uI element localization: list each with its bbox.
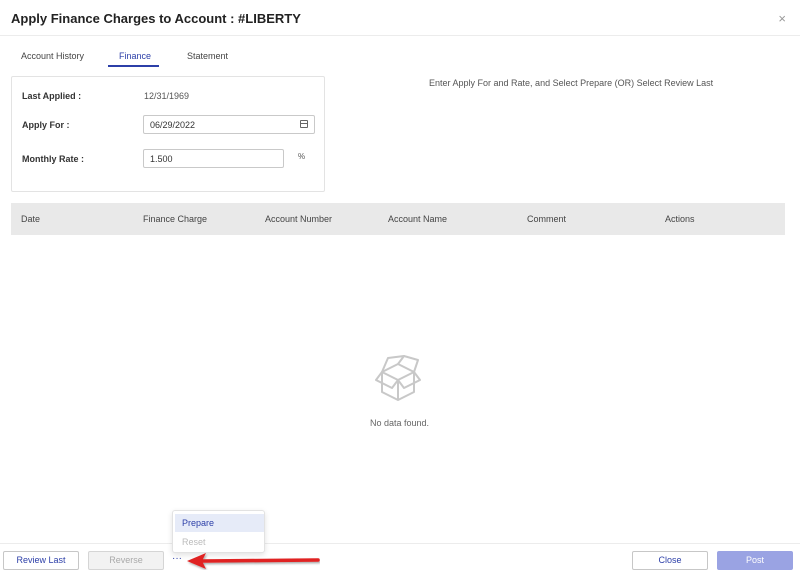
last-applied-value: 12/31/1969 [144, 91, 190, 101]
dialog-title: Apply Finance Charges to Account : #LIBE… [11, 11, 301, 26]
table-header: Date Finance Charge Account Number Accou… [11, 203, 785, 235]
close-icon[interactable]: × [778, 11, 786, 26]
apply-for-date-value: 06/29/2022 [150, 120, 196, 130]
tab-account-history[interactable]: Account History [21, 51, 84, 61]
apply-for-label: Apply For : [22, 120, 70, 130]
close-button[interactable]: Close [632, 551, 708, 570]
percent-unit: % [298, 152, 306, 161]
active-tab-indicator [108, 65, 159, 67]
reverse-button[interactable]: Reverse [88, 551, 164, 570]
menu-item-reset: Reset [182, 537, 206, 547]
monthly-rate-value: 1.500 [150, 154, 173, 164]
footer-divider [0, 543, 800, 544]
header-divider [0, 35, 800, 36]
empty-box-icon [375, 355, 421, 401]
tab-finance[interactable]: Finance [119, 51, 151, 61]
calendar-icon[interactable] [300, 120, 308, 128]
monthly-rate-label: Monthly Rate : [22, 154, 84, 164]
last-applied-label: Last Applied : [22, 91, 82, 101]
tab-statement[interactable]: Statement [187, 51, 228, 61]
review-last-button[interactable]: Review Last [3, 551, 79, 570]
apply-for-date-input[interactable]: 06/29/2022 [143, 115, 315, 134]
column-date[interactable]: Date [21, 214, 40, 224]
more-actions-button[interactable]: ··· [172, 553, 182, 564]
column-actions[interactable]: Actions [665, 214, 695, 224]
instruction-text: Enter Apply For and Rate, and Select Pre… [429, 78, 714, 88]
empty-state-text: No data found. [370, 418, 430, 428]
monthly-rate-input[interactable]: 1.500 [143, 149, 284, 168]
menu-item-prepare[interactable]: Prepare [175, 514, 264, 532]
column-account-number[interactable]: Account Number [265, 214, 332, 224]
red-arrow-annotation [187, 553, 320, 569]
column-comment[interactable]: Comment [527, 214, 566, 224]
column-finance-charge[interactable]: Finance Charge [143, 214, 207, 224]
column-account-name[interactable]: Account Name [388, 214, 447, 224]
post-button[interactable]: Post [717, 551, 793, 570]
more-actions-menu: Prepare Reset [172, 510, 265, 553]
